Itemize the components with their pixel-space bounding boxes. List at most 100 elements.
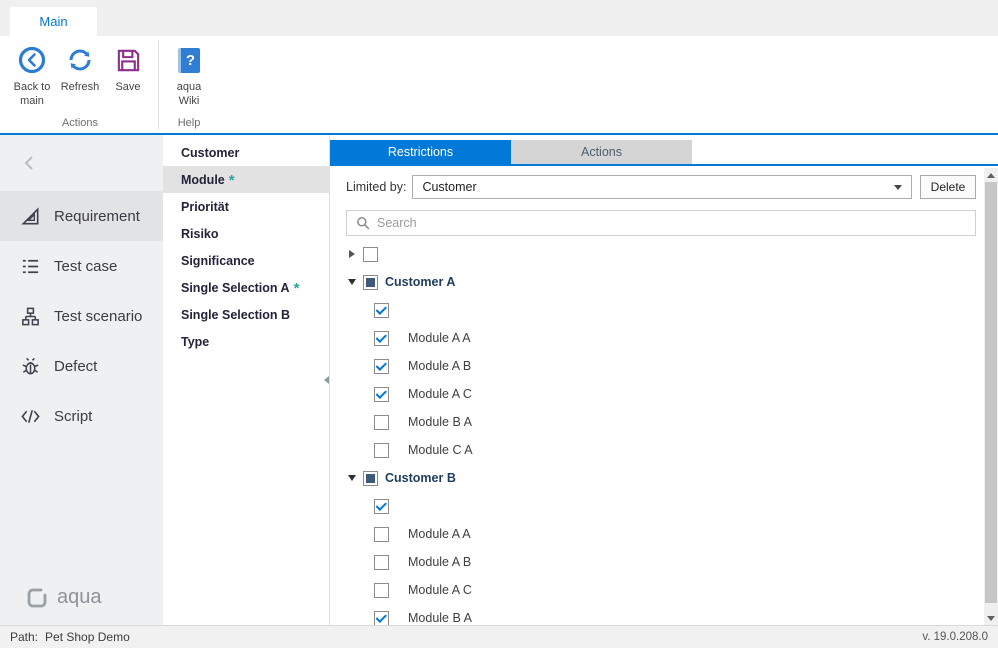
refresh-button[interactable]: Refresh — [56, 38, 104, 94]
search-box[interactable] — [346, 210, 976, 236]
status-bar: Path: Pet Shop Demo v. 19.0.208.0 — [0, 625, 998, 648]
sidebar-item-test-case[interactable]: Test case — [0, 241, 163, 291]
tree-item-label: Module C A — [408, 443, 473, 457]
vertical-scrollbar[interactable] — [984, 168, 998, 625]
delete-button[interactable]: Delete — [920, 175, 976, 199]
tree-checkbox[interactable] — [363, 471, 378, 486]
splitter-collapse-arrow[interactable] — [324, 376, 329, 384]
field-label: Single Selection A — [181, 281, 290, 295]
tree-item-label: Module B A — [408, 611, 472, 625]
sidebar-item-label: Test scenario — [54, 308, 142, 325]
tree-checkbox[interactable] — [374, 611, 389, 626]
sidebar-item-defect[interactable]: Defect — [0, 341, 163, 391]
tree-checkbox[interactable] — [363, 247, 378, 262]
tree-checkbox[interactable] — [374, 415, 389, 430]
sidebar-item-label: Defect — [54, 358, 97, 375]
set-square-icon — [20, 206, 41, 227]
aqua-wiki-button[interactable]: aqua Wiki — [165, 38, 213, 109]
scrollbar-thumb[interactable] — [985, 182, 997, 603]
tree-row[interactable]: Module B A — [346, 408, 976, 436]
tree-checkbox[interactable] — [374, 527, 389, 542]
sidebar-nav: Requirement Test case Test scenario Defect S… — [0, 191, 163, 441]
tree-checkbox[interactable] — [374, 583, 389, 598]
field-label: Module — [181, 173, 225, 187]
tree-item-label: Module A B — [408, 555, 471, 569]
tree-row[interactable]: Customer A — [346, 268, 976, 296]
bug-icon — [20, 356, 41, 377]
tree-item-label: Module B A — [408, 415, 472, 429]
field-item-risiko[interactable]: Risiko — [163, 220, 329, 247]
chevron-down-icon — [894, 185, 902, 190]
tree-expander-icon[interactable] — [346, 475, 358, 481]
tree-item-label: Module A C — [408, 583, 472, 597]
save-label: Save — [115, 80, 140, 94]
sidebar-item-label: Requirement — [54, 208, 140, 225]
sidebar-item-test-scenario[interactable]: Test scenario — [0, 291, 163, 341]
app-window: Main Back to main — [0, 0, 998, 648]
back-to-main-button[interactable]: Back to main — [8, 38, 56, 109]
tree-checkbox[interactable] — [374, 331, 389, 346]
tree-row[interactable] — [346, 492, 976, 520]
field-item-customer[interactable]: Customer — [163, 139, 329, 166]
ribbon-group-help: aqua Wiki Help — [161, 36, 217, 133]
ribbon-tab-main[interactable]: Main — [10, 7, 97, 36]
save-button[interactable]: Save — [104, 38, 152, 94]
limited-by-value: Customer — [422, 180, 476, 194]
search-input[interactable] — [377, 216, 966, 230]
save-icon — [115, 43, 142, 77]
aqua-wiki-label: aqua Wiki — [165, 80, 213, 109]
sidebar-collapse-chevron[interactable] — [0, 135, 163, 191]
tree-row[interactable]: Module A A — [346, 520, 976, 548]
field-item-significance[interactable]: Significance — [163, 247, 329, 274]
limited-by-dropdown[interactable]: Customer — [412, 175, 912, 199]
limited-by-label: Limited by: — [346, 180, 406, 194]
field-item-module[interactable]: Module — [163, 166, 329, 193]
sidebar-item-requirement[interactable]: Requirement — [0, 191, 163, 241]
tree-checkbox[interactable] — [374, 387, 389, 402]
tab-actions[interactable]: Actions — [511, 140, 692, 164]
field-item-single-selection-a[interactable]: Single Selection A — [163, 274, 329, 301]
tree-item-label: Customer B — [385, 471, 456, 485]
field-item-priorität[interactable]: Priorität — [163, 193, 329, 220]
tree-row[interactable]: Module A A — [346, 324, 976, 352]
tree-checkbox[interactable] — [374, 303, 389, 318]
tree-row[interactable]: Module C A — [346, 436, 976, 464]
field-item-single-selection-b[interactable]: Single Selection B — [163, 301, 329, 328]
scroll-up-arrow-icon[interactable] — [984, 168, 998, 182]
tree-checkbox[interactable] — [374, 499, 389, 514]
tree-checkbox[interactable] — [363, 275, 378, 290]
tree-checkbox[interactable] — [374, 443, 389, 458]
tree-row[interactable]: Customer B — [346, 464, 976, 492]
chevron-left-icon — [24, 155, 34, 171]
tree-row[interactable]: Module A B — [346, 548, 976, 576]
refresh-label: Refresh — [61, 80, 100, 94]
field-label: Type — [181, 335, 209, 349]
tree-row[interactable]: Module A C — [346, 576, 976, 604]
modified-asterisk-icon — [294, 281, 300, 296]
tree-expander-icon[interactable] — [346, 279, 358, 285]
tree-row[interactable]: Module B A — [346, 604, 976, 625]
ribbon: Back to main Refresh — [0, 36, 998, 135]
tree-row[interactable]: Module A B — [346, 352, 976, 380]
field-label: Customer — [181, 146, 239, 160]
search-icon — [356, 216, 370, 230]
scroll-down-arrow-icon[interactable] — [984, 611, 998, 625]
field-label: Priorität — [181, 200, 229, 214]
ribbon-separator — [158, 40, 159, 129]
tab-restrictions[interactable]: Restrictions — [330, 140, 511, 164]
tree-row[interactable]: Module A C — [346, 380, 976, 408]
tree-checkbox[interactable] — [374, 555, 389, 570]
field-label: Significance — [181, 254, 255, 268]
field-item-type[interactable]: Type — [163, 328, 329, 355]
restrictions-panel: Limited by: Customer Delete Customer A Mo… — [330, 166, 984, 625]
sidebar-item-script[interactable]: Script — [0, 391, 163, 441]
sidebar-item-label: Script — [54, 408, 92, 425]
ribbon-tab-bar: Main — [0, 0, 998, 36]
tree-row[interactable] — [346, 240, 976, 268]
tree-checkbox[interactable] — [374, 359, 389, 374]
version-label: v. 19.0.208.0 — [922, 631, 988, 643]
limited-by-row: Limited by: Customer Delete — [346, 174, 976, 200]
tree-expander-icon[interactable] — [346, 250, 358, 258]
tree-row[interactable] — [346, 296, 976, 324]
tree-item-label: Module A A — [408, 527, 471, 541]
